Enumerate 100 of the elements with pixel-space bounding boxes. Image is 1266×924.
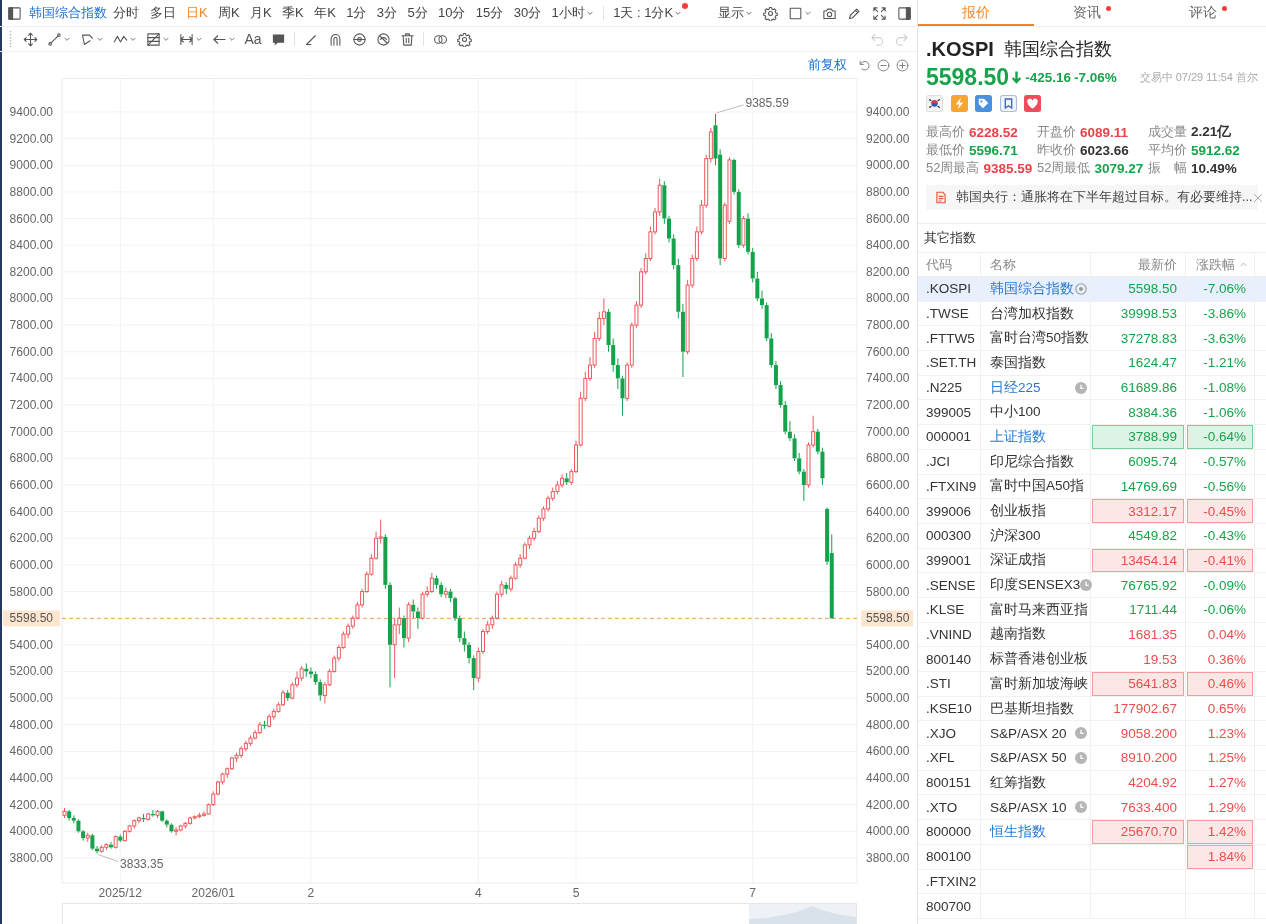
price-value: 1624.47 xyxy=(1128,355,1178,371)
caret-icon xyxy=(128,35,137,43)
axis-label: 8200.00 xyxy=(9,264,53,279)
index-code: .TWSE xyxy=(926,306,969,322)
table-row[interactable]: 800000 恒生指数 25670.70 1.42% xyxy=(918,820,1266,845)
stat-label: 最高价 xyxy=(926,123,965,141)
index-name[interactable]: 韩国综合指数 xyxy=(990,279,1074,298)
display-menu[interactable]: 显示 xyxy=(712,0,758,26)
index-name[interactable]: S&P/ASX 50 xyxy=(990,750,1067,766)
redo-icon xyxy=(893,31,909,47)
table-row[interactable]: 000300 沪深300 4549.82 -0.43% xyxy=(918,523,1266,549)
change-percent: -7.06% xyxy=(1203,281,1247,297)
table-row[interactable]: .XJO S&P/ASX 20 9058.200 1.23% xyxy=(918,721,1266,747)
table-row[interactable]: 800100 1.84% xyxy=(918,844,1266,870)
table-row[interactable]: .JCI 印尼综合指数 6095.74 -0.57% xyxy=(918,449,1266,475)
index-name[interactable]: 中小100 xyxy=(990,403,1041,422)
index-name[interactable]: 越南指数 xyxy=(990,625,1046,644)
table-row[interactable]: .VNIND 越南指数 1681.35 0.04% xyxy=(918,622,1266,648)
period-tab[interactable]: 30分 xyxy=(508,0,547,26)
axis-label: 4400.00 xyxy=(9,771,53,786)
grid-lines-icon xyxy=(145,31,161,47)
table-row[interactable]: 000001 上证指数 3788.99 -0.64% xyxy=(918,425,1266,450)
index-name[interactable]: S&P/ASX 20 xyxy=(990,725,1067,741)
index-name[interactable]: 深证成指 xyxy=(990,551,1046,570)
axis-label: 8600.00 xyxy=(866,211,910,226)
table-row[interactable]: 800151 红筹指数 4204.92 1.27% xyxy=(918,770,1266,796)
index-name[interactable]: 印尼综合指数 xyxy=(990,452,1074,471)
reset-icon xyxy=(858,58,871,72)
flag-icon[interactable] xyxy=(926,94,943,112)
table-row[interactable]: .SET.TH 泰国指数 1624.47 -1.21% xyxy=(918,351,1266,376)
index-name[interactable]: 上证指数 xyxy=(990,427,1046,446)
table-row[interactable]: .KLSE 富时马来西亚指 1711.44 -0.06% xyxy=(918,597,1266,623)
panel-tab[interactable]: 评论 xyxy=(1150,0,1266,26)
index-name[interactable]: 富时中国A50指 xyxy=(990,477,1085,496)
table-row[interactable]: .KSE10 巴基斯坦指数 177902.67 0.65% xyxy=(918,696,1266,722)
index-name[interactable]: 台湾加权指数 xyxy=(990,304,1074,323)
period-tab[interactable]: 月K xyxy=(244,0,277,26)
period-tab[interactable]: 15分 xyxy=(470,0,509,26)
column-header[interactable]: 名称 xyxy=(981,253,1091,276)
tag-icon[interactable] xyxy=(975,94,992,112)
adjustment-button[interactable]: 前复权 xyxy=(808,56,847,74)
table-row[interactable]: .FTTW5 富时台湾50指数 37278.83 -3.63% xyxy=(918,326,1266,352)
axis-label: 6800.00 xyxy=(866,451,910,466)
index-name[interactable]: 日经225 xyxy=(990,378,1041,397)
price-value: 7633.400 xyxy=(1120,799,1178,815)
axis-label: 7200.00 xyxy=(9,398,53,413)
index-name[interactable]: 富时马来西亚指 xyxy=(990,600,1088,619)
index-name[interactable]: 标普香港创业板 xyxy=(990,650,1088,669)
zoom-out-button[interactable] xyxy=(874,58,893,72)
price-value: 3312.17 xyxy=(1092,499,1184,523)
table-row[interactable]: 399001 深证成指 13454.14 -0.41% xyxy=(918,548,1266,574)
period-tab[interactable]: 分时 xyxy=(108,0,145,26)
table-row[interactable]: .SENSE 印度SENSEX3 76765.92 -0.09% xyxy=(918,573,1266,598)
interval-dropdown[interactable]: 1天 : 1分K xyxy=(607,0,691,26)
price-value: 39998.53 xyxy=(1120,306,1178,322)
text-tool[interactable]: Aa xyxy=(240,27,267,51)
table-row[interactable]: 800700 xyxy=(918,894,1266,919)
index-name[interactable]: 富时台湾50指数 xyxy=(990,329,1090,348)
stat-value: 6089.11 xyxy=(1080,124,1129,140)
period-tab[interactable]: 10分 xyxy=(432,0,471,26)
axis-label: 8400.00 xyxy=(9,238,53,253)
period-tab[interactable]: 1小时 xyxy=(546,0,599,26)
period-tab[interactable]: 年K xyxy=(308,0,341,26)
column-header[interactable]: 最新价 xyxy=(1091,253,1186,276)
caret-icon xyxy=(161,35,170,43)
table-row[interactable]: .TWSE 台湾加权指数 39998.53 -3.86% xyxy=(918,301,1266,327)
table-row[interactable]: .STI 富时新加坡海峡 5641.83 0.46% xyxy=(918,672,1266,697)
period-tab[interactable]: 多日 xyxy=(144,0,181,26)
panel-tab[interactable]: 资讯 xyxy=(1034,0,1150,26)
index-name[interactable]: 印度SENSEX3 xyxy=(990,576,1081,595)
table-row[interactable]: .XFL S&P/ASX 50 8910.200 1.25% xyxy=(918,746,1266,771)
period-tab[interactable]: 5分 xyxy=(402,0,433,26)
change-percent: 1.84% xyxy=(1187,844,1253,869)
index-name[interactable]: 恒生指数 xyxy=(990,822,1046,841)
table-row[interactable]: .KOSPI 韩国综合指数 5598.50 -7.06% xyxy=(918,277,1266,302)
period-tab[interactable]: 周K xyxy=(212,0,245,26)
column-header[interactable]: 涨跌幅 xyxy=(1186,253,1255,276)
index-name[interactable]: S&P/ASX 10 xyxy=(990,799,1067,815)
index-name[interactable]: 红筹指数 xyxy=(990,773,1046,792)
table-row[interactable]: .FTXIN2 xyxy=(918,869,1266,895)
index-name[interactable]: 巴基斯坦指数 xyxy=(990,699,1074,718)
column-header[interactable]: 代码 xyxy=(918,253,981,276)
news-headline[interactable]: 韩国央行：通胀将在下半年超过目标。有必要维持... xyxy=(956,189,1253,206)
drag-handle-icon[interactable] xyxy=(9,31,12,47)
index-name[interactable]: 沪深300 xyxy=(990,526,1041,545)
axis-label: 4 xyxy=(475,886,482,900)
section-title: 其它指数 xyxy=(918,223,1266,252)
bookmark-icon[interactable] xyxy=(999,94,1017,112)
index-name[interactable]: 泰国指数 xyxy=(990,353,1046,372)
zoom-in-button[interactable] xyxy=(893,58,912,72)
period-tab[interactable]: 3分 xyxy=(371,0,403,26)
zoom-in-icon xyxy=(896,58,909,72)
index-name[interactable]: 创业板指 xyxy=(990,502,1046,521)
table-row[interactable]: 399006 创业板指 3312.17 -0.45% xyxy=(918,499,1266,524)
index-name[interactable]: 富时新加坡海峡 xyxy=(990,674,1088,693)
change-percent: -1.08% xyxy=(1203,380,1247,396)
period-tab[interactable]: 1分 xyxy=(341,0,372,26)
period-tab[interactable]: 季K xyxy=(276,0,309,26)
axis-label: 6600.00 xyxy=(866,477,910,492)
table-row[interactable]: .N225 日经225 61689.86 -1.08% xyxy=(918,375,1266,401)
